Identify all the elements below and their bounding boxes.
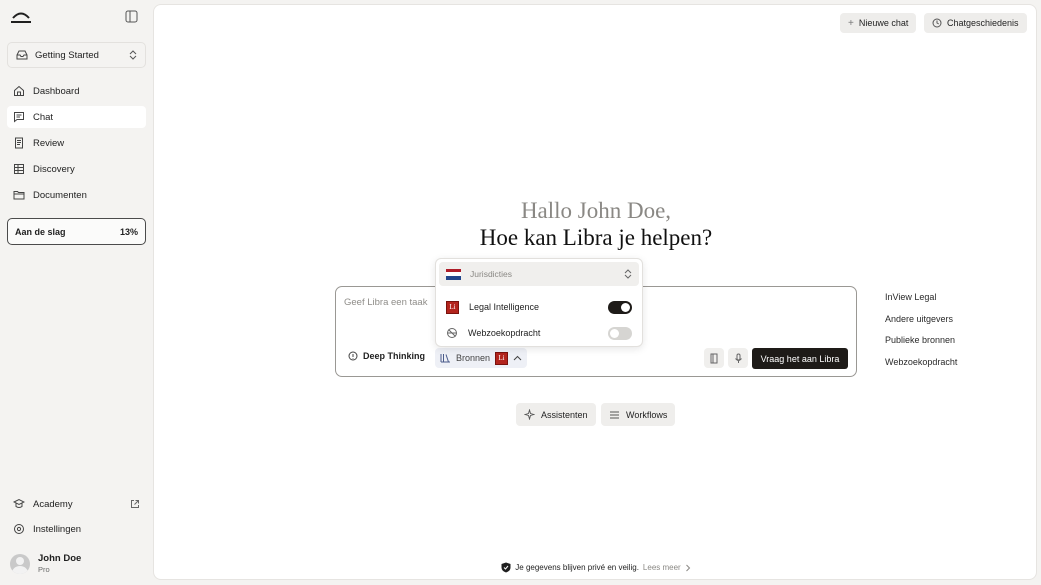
assistants-label: Assistenten (541, 409, 588, 420)
source-option-web-search[interactable]: Webzoekopdracht (446, 324, 632, 342)
privacy-notice: Je gegevens blijven privé en veilig. Lee… (154, 562, 1038, 573)
academy-icon (13, 498, 25, 508)
source-suggestion-item[interactable]: Webzoekopdracht (885, 357, 957, 379)
table-icon (14, 164, 24, 174)
inbox-icon (16, 50, 28, 60)
source-suggestion-item[interactable]: Andere uitgevers (885, 314, 957, 336)
library-icon (440, 354, 450, 363)
legal-intelligence-logo: Li (446, 300, 459, 314)
shield-icon (501, 562, 511, 573)
workspace-label: Getting Started (35, 49, 99, 61)
avatar (10, 553, 30, 574)
jurisdiction-label: Jurisdicties (470, 269, 513, 279)
attach-document-button[interactable] (704, 348, 724, 368)
jurisdiction-select[interactable]: Jurisdicties (439, 262, 639, 286)
deep-thinking-label: Deep Thinking (363, 351, 426, 361)
history-icon (932, 18, 942, 28)
sidebar-item-label: Academy (33, 498, 73, 510)
document-icon (15, 137, 23, 149)
progress-label: Aan de slag (15, 226, 66, 237)
user-profile[interactable]: John Doe Pro (10, 553, 81, 574)
deep-thinking-toggle[interactable]: Deep Thinking (348, 351, 425, 361)
netherlands-flag-icon (446, 268, 461, 280)
microphone-button[interactable] (728, 348, 748, 368)
sidebar-item-review[interactable]: Review (7, 132, 146, 154)
composer-placeholder[interactable]: Geef Libra een taak (344, 297, 427, 308)
sidebar-item-label: Review (33, 137, 65, 149)
sidebar-item-academy[interactable]: Academy (7, 493, 146, 515)
source-suggestions-list: InView Legal Andere uitgevers Publieke b… (885, 292, 957, 378)
list-icon (610, 411, 619, 418)
user-name: John Doe (38, 553, 82, 564)
sidebar-nav: Dashboard Chat Review Discovery Document… (7, 80, 146, 210)
gear-icon (14, 524, 24, 534)
ask-libra-button[interactable]: Vraag het aan Libra (752, 348, 848, 369)
sources-label: Bronnen (456, 353, 491, 363)
sources-button[interactable]: Bronnen Li (435, 348, 528, 368)
user-plan: Pro (38, 565, 50, 574)
privacy-text: Je gegevens blijven privé en veilig. (515, 563, 639, 572)
main-panel: + Nieuwe chat Chatgeschiedenis Hallo Joh… (153, 4, 1037, 580)
external-link-icon (131, 500, 139, 508)
source-suggestion-item[interactable]: Publieke bronnen (885, 335, 957, 357)
sources-dropdown: Jurisdicties Li Legal Intelligence Webzo… (435, 258, 643, 347)
progress-value: 13% (119, 226, 138, 237)
privacy-read-more-link[interactable]: Lees meer (643, 563, 681, 572)
web-search-toggle[interactable] (608, 326, 632, 340)
libra-scale-logo-icon[interactable] (9, 10, 33, 24)
globe-off-icon (447, 328, 457, 338)
chevron-up-down-icon (129, 50, 137, 60)
sidebar-item-dashboard[interactable]: Dashboard (7, 80, 146, 102)
onboarding-progress-card[interactable]: Aan de slag 13% (7, 218, 146, 245)
sidebar-bottom-links: Academy Instellingen (7, 493, 146, 543)
microphone-icon (734, 353, 742, 363)
plus-icon: + (848, 17, 854, 29)
sidebar-item-documenten[interactable]: Documenten (7, 184, 146, 206)
folder-icon (13, 191, 25, 200)
chevron-up-down-icon (624, 269, 632, 279)
chevron-up-icon (513, 355, 522, 361)
sidebar-item-label: Documenten (33, 189, 87, 201)
chat-history-label: Chatgeschiedenis (947, 18, 1019, 28)
sidebar-item-label: Dashboard (33, 85, 80, 97)
workspace-selector[interactable]: Getting Started (7, 42, 146, 68)
thinking-icon (348, 351, 358, 361)
legal-intelligence-logo: Li (495, 351, 509, 365)
source-option-label: Webzoekopdracht (468, 328, 541, 338)
workflows-label: Workflows (626, 409, 668, 420)
new-chat-label: Nieuwe chat (858, 18, 909, 28)
sidebar-item-discovery[interactable]: Discovery (7, 158, 146, 180)
greeting-line-1: Hallo John Doe, (520, 198, 672, 223)
sidebar: Getting Started Dashboard Chat Review Di… (0, 0, 153, 585)
chat-icon (14, 112, 24, 123)
assistants-button[interactable]: Assistenten (516, 403, 596, 426)
sidebar-item-label: Chat (33, 111, 54, 123)
chevron-right-icon (685, 564, 690, 571)
chat-history-button[interactable]: Chatgeschiedenis (924, 13, 1027, 33)
workflows-button[interactable]: Workflows (601, 403, 676, 426)
sidebar-item-instellingen[interactable]: Instellingen (7, 518, 146, 540)
source-suggestion-item[interactable]: InView Legal (885, 292, 957, 314)
document-icon (710, 353, 718, 363)
source-option-legal-intelligence[interactable]: Li Legal Intelligence (446, 298, 632, 316)
source-option-label: Legal Intelligence (469, 302, 540, 312)
sidebar-toggle-icon[interactable] (125, 10, 138, 23)
sidebar-item-chat[interactable]: Chat (7, 106, 146, 128)
sidebar-item-label: Discovery (33, 163, 75, 175)
legal-intelligence-toggle[interactable] (608, 300, 632, 314)
home-icon (14, 85, 24, 96)
sparkle-icon (524, 409, 535, 420)
new-chat-button[interactable]: + Nieuwe chat (840, 13, 917, 33)
sidebar-item-label: Instellingen (33, 523, 82, 535)
greeting-line-2: Hoe kan Libra je helpen? (479, 225, 713, 250)
